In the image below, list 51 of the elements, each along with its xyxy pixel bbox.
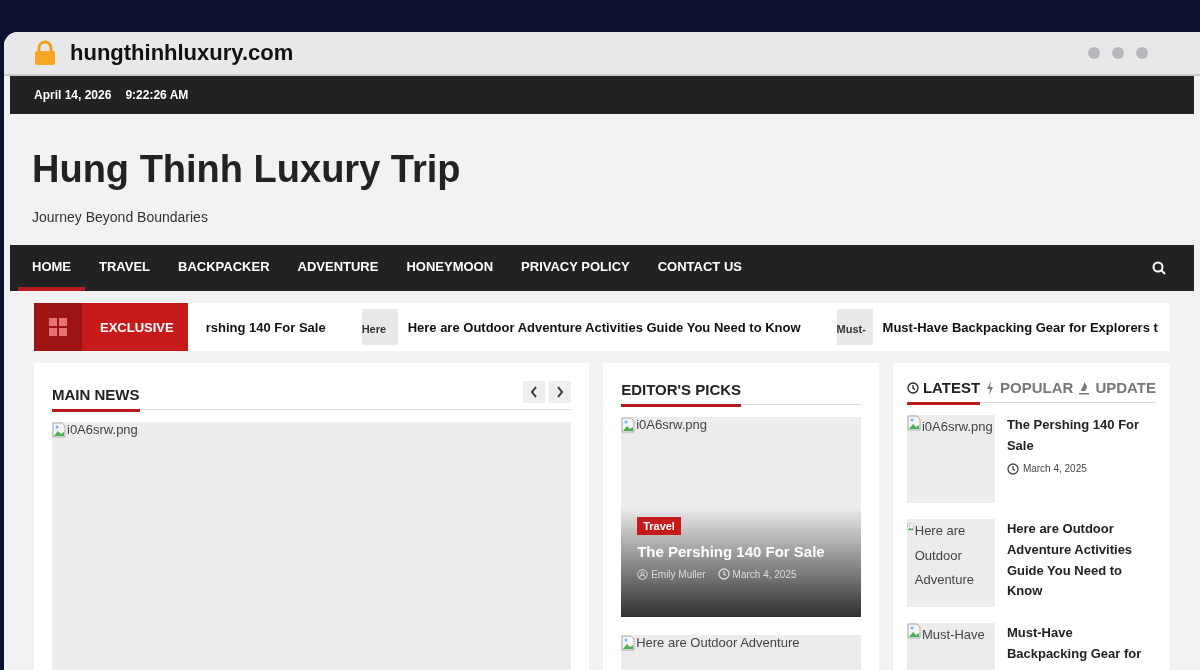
- clock-icon: [906, 381, 919, 394]
- image-alt-text: i0A6srw.png: [636, 417, 707, 432]
- grid-icon: [48, 317, 68, 337]
- time-text: 9:22:26 AM: [125, 88, 189, 102]
- next-button[interactable]: [549, 381, 572, 403]
- previous-button[interactable]: [523, 381, 546, 403]
- padlock-icon: [34, 40, 56, 66]
- post-date: March 4, 2025: [732, 568, 797, 580]
- bolt-icon: [986, 380, 995, 395]
- sidebar-tab[interactable]: LATEST: [906, 379, 981, 405]
- image-alt-text: Here are Outdoor Adventure: [636, 635, 800, 650]
- post-date: March 4, 2025: [1022, 463, 1087, 475]
- ticker-headline[interactable]: Must-Have Backpacking Gear for Explorers t: [882, 319, 1158, 335]
- section-heading: EDITOR'S PICKS: [621, 381, 742, 407]
- image-alt-text: i0A6srw.png: [67, 422, 138, 437]
- user-icon: [637, 568, 649, 580]
- nav-link[interactable]: HOME: [18, 245, 85, 291]
- flame-icon: [1079, 380, 1090, 395]
- nav-link[interactable]: ADVENTURE: [283, 245, 393, 291]
- image-alt-text: Here: [361, 323, 387, 335]
- window-control-dot: [1136, 47, 1148, 59]
- image-alt-text: i0A6srw.png: [921, 418, 993, 436]
- post-title[interactable]: Here are Outdoor Adventure Activities Guide You Need to Know: [1006, 519, 1156, 603]
- exclusive-text: EXCLUSIVE: [100, 319, 174, 335]
- ticker-headline[interactable]: Here are Outdoor Adventure Activities Guide You Need to Know: [407, 319, 801, 335]
- ticker-headline[interactable]: rshing 140 For Sale: [205, 319, 326, 335]
- search-icon[interactable]: [1152, 261, 1166, 275]
- post-title[interactable]: The Pershing 140 For Sale: [1006, 415, 1156, 457]
- clock-icon: [717, 568, 730, 580]
- chevron-left-icon: [530, 386, 539, 398]
- window-control-dot: [1112, 47, 1124, 59]
- nav-link[interactable]: HONEYMOON: [392, 245, 508, 291]
- sidebar-tab[interactable]: POPULAR: [1000, 379, 1074, 396]
- date-text: April 14, 2026: [34, 88, 112, 102]
- site-title[interactable]: Hung Thinh Luxury Trip: [32, 148, 1172, 191]
- category-tag[interactable]: Travel: [637, 517, 681, 535]
- url-text: hungthinhluxury.com: [70, 40, 294, 66]
- post-title[interactable]: Must-Have Backpacking Gear for: [1006, 623, 1156, 665]
- image-alt-text: Here are Outdoor Adventure: [914, 522, 975, 590]
- nav-link[interactable]: TRAVEL: [85, 245, 165, 291]
- section-heading: MAIN NEWS: [52, 386, 140, 412]
- clock-icon: [1006, 462, 1019, 475]
- window-control-dot: [1088, 47, 1100, 59]
- image-alt-text: Must-Have: [921, 626, 985, 644]
- nav-link[interactable]: BACKPACKER: [164, 245, 284, 291]
- site-tagline: Journey Beyond Boundaries: [32, 209, 209, 225]
- sidebar-tab[interactable]: UPDATE: [1095, 379, 1156, 396]
- nav-link[interactable]: PRIVACY POLICY: [507, 245, 644, 291]
- image-alt-text: Must-: [836, 323, 866, 335]
- nav-link[interactable]: CONTACT US: [643, 245, 756, 291]
- chevron-right-icon: [556, 386, 565, 398]
